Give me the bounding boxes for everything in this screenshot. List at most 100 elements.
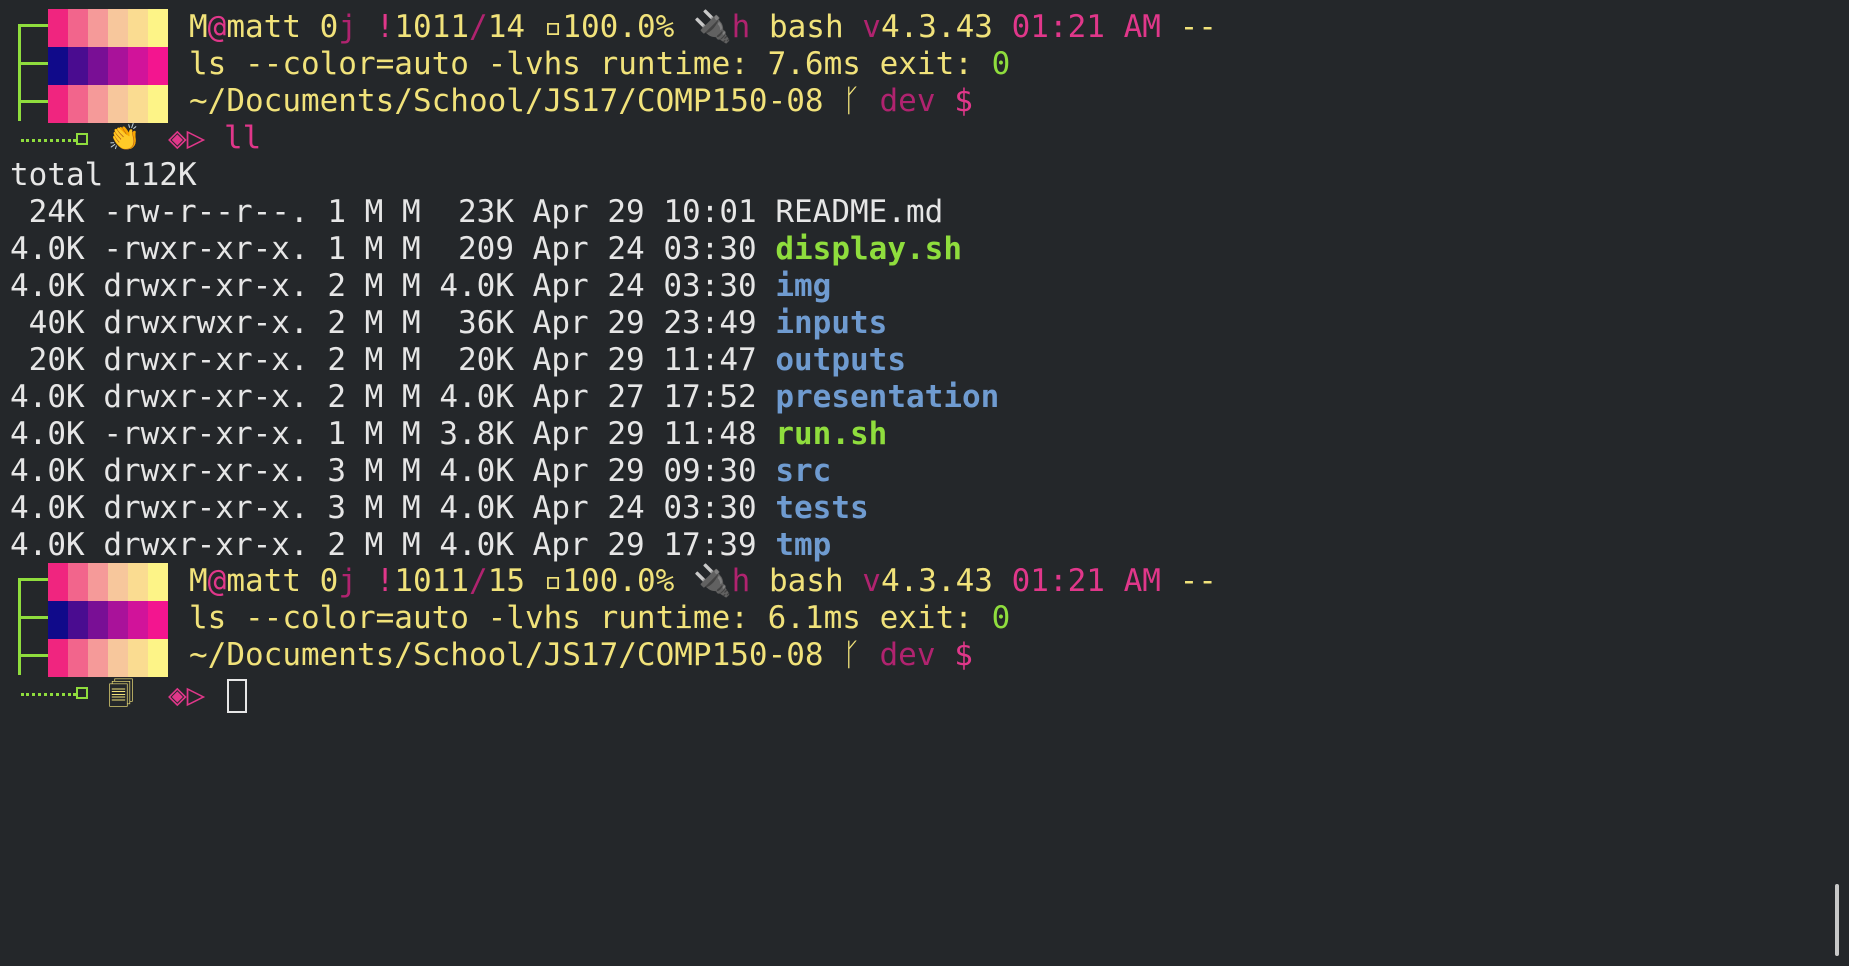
color-swatch <box>88 563 108 601</box>
color-swatch <box>48 47 68 85</box>
text-cursor[interactable] <box>227 679 247 713</box>
listing-time: 11:48 <box>663 416 757 452</box>
color-swatch <box>108 601 128 639</box>
color-swatch <box>108 85 128 123</box>
prompt-status-line: M@matt 0j !1011/15 ▫100.0% 🔌h bash v4.3.… <box>189 563 1217 599</box>
listing-group: M <box>402 268 421 304</box>
listing-links: 1 <box>327 194 346 230</box>
listing-owner: M <box>364 453 384 489</box>
listing-time: 23:49 <box>663 305 757 341</box>
listing-month: Apr <box>532 268 589 304</box>
listing-size: 4.0K <box>10 231 85 267</box>
listing-size: 4.0K <box>10 416 85 452</box>
listing-perms: drwxr-xr-x. <box>103 453 309 489</box>
color-swatch <box>128 563 148 601</box>
listing-links: 2 <box>327 379 346 415</box>
listing-perms: -rw-r--r--. <box>103 194 309 230</box>
listing-bytes: 36K <box>439 305 514 341</box>
color-swatch <box>48 601 68 639</box>
command-text: ll <box>224 120 262 156</box>
terminal-window[interactable]: M@matt 0j !1011/14 ▫100.0% 🔌h bash v4.3.… <box>0 0 1849 966</box>
color-block-row <box>48 601 168 639</box>
listing-time: 03:30 <box>663 268 757 304</box>
listing-filename[interactable]: tests <box>775 490 868 526</box>
listing-day: 29 <box>607 305 645 341</box>
color-swatch <box>128 47 148 85</box>
listing-links: 1 <box>327 231 346 267</box>
color-swatch <box>88 601 108 639</box>
listing-owner: M <box>364 305 384 341</box>
listing-month: Apr <box>532 194 589 230</box>
listing-group: M <box>402 453 421 489</box>
listing-size: 4.0K <box>10 490 85 526</box>
listing-owner: M <box>364 527 384 563</box>
listing-size: 20K <box>10 342 85 378</box>
prompt-status-line: M@matt 0j !1011/14 ▫100.0% 🔌h bash v4.3.… <box>189 9 1217 45</box>
listing-links: 1 <box>327 416 346 452</box>
listing-size: 4.0K <box>10 379 85 415</box>
listing-filename[interactable]: outputs <box>775 342 906 378</box>
command-input-line[interactable]: ◈▷ <box>168 677 224 714</box>
listing-links: 2 <box>327 527 346 563</box>
listing-owner: M <box>364 490 384 526</box>
listing-size: 24K <box>10 194 85 230</box>
listing-bytes: 20K <box>439 342 514 378</box>
command-input-line: ◈▷ ll <box>168 120 261 157</box>
listing-day: 24 <box>607 268 645 304</box>
listing-bytes: 23K <box>439 194 514 230</box>
color-swatch <box>108 47 128 85</box>
last-command-line: ls --color=auto -lvhs runtime: 7.6ms exi… <box>189 46 1011 82</box>
listing-month: Apr <box>532 490 589 526</box>
listing-time: 17:39 <box>663 527 757 563</box>
listing-perms: -rwxr-xr-x. <box>103 416 309 452</box>
listing-size: 4.0K <box>10 268 85 304</box>
color-swatch <box>48 639 68 677</box>
listing-row: 4.0K drwxr-xr-x. 2 M M 4.0K Apr 29 17:39… <box>10 527 831 564</box>
color-swatch <box>128 639 148 677</box>
scrollbar[interactable] <box>1835 884 1839 956</box>
listing-row: 40K drwxrwxr-x. 2 M M 36K Apr 29 23:49 i… <box>10 305 888 342</box>
listing-filename[interactable]: img <box>775 268 831 304</box>
listing-perms: drwxr-xr-x. <box>103 342 309 378</box>
listing-filename[interactable]: display.sh <box>775 231 962 267</box>
color-swatch <box>88 85 108 123</box>
listing-filename[interactable]: run.sh <box>775 416 887 452</box>
listing-links: 2 <box>327 305 346 341</box>
listing-day: 27 <box>607 379 645 415</box>
color-swatch <box>148 47 168 85</box>
color-swatch <box>88 9 108 47</box>
listing-owner: M <box>364 379 384 415</box>
color-swatch <box>88 47 108 85</box>
listing-group: M <box>402 527 421 563</box>
listing-links: 3 <box>327 490 346 526</box>
listing-row: 4.0K drwxr-xr-x. 2 M M 4.0K Apr 27 17:52… <box>10 379 999 416</box>
listing-filename[interactable]: tmp <box>775 527 831 563</box>
listing-month: Apr <box>532 527 589 563</box>
listing-perms: drwxrwxr-x. <box>103 305 309 341</box>
color-swatch <box>128 85 148 123</box>
listing-group: M <box>402 305 421 341</box>
listing-filename[interactable]: presentation <box>775 379 999 415</box>
listing-total: total 112K <box>10 157 197 193</box>
color-swatch <box>68 47 88 85</box>
listing-day: 29 <box>607 194 645 230</box>
listing-links: 2 <box>327 268 346 304</box>
listing-month: Apr <box>532 416 589 452</box>
listing-links: 2 <box>327 342 346 378</box>
plug-icon: 🔌 <box>693 9 732 45</box>
listing-group: M <box>402 342 421 378</box>
color-swatch <box>148 9 168 47</box>
color-swatch <box>68 639 88 677</box>
listing-group: M <box>402 416 421 452</box>
listing-group: M <box>402 194 421 230</box>
listing-bytes: 4.0K <box>439 268 514 304</box>
color-swatch <box>128 601 148 639</box>
listing-month: Apr <box>532 342 589 378</box>
listing-filename[interactable]: README.md <box>775 194 943 230</box>
listing-filename[interactable]: inputs <box>775 305 887 341</box>
cwd-line: ~/Documents/School/JS17/COMP150-08 ᚴ dev… <box>189 637 973 673</box>
color-block-row <box>48 9 168 47</box>
listing-row: 20K drwxr-xr-x. 2 M M 20K Apr 29 11:47 o… <box>10 342 906 379</box>
last-command-line: ls --color=auto -lvhs runtime: 6.1ms exi… <box>189 600 1011 636</box>
listing-filename[interactable]: src <box>775 453 831 489</box>
